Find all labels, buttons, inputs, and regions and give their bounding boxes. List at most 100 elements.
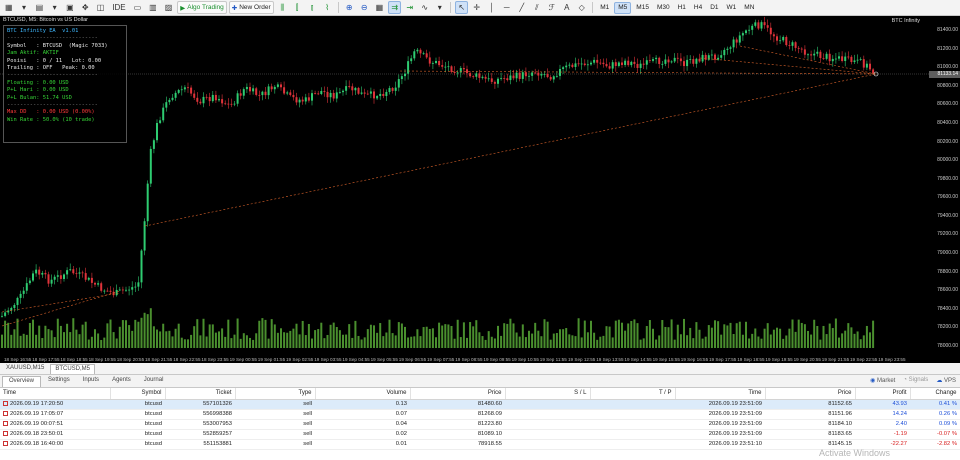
candle-body <box>342 90 344 93</box>
col-profit[interactable]: Profit <box>855 388 911 400</box>
profiles-icon[interactable]: ▤ <box>33 1 47 14</box>
cell-ticket: 552859257 <box>165 429 235 440</box>
fibonacci-icon[interactable]: ℱ <box>545 1 558 14</box>
tab-timeframe-mn[interactable]: MN <box>741 2 757 14</box>
buy-bars-icon[interactable]: ⫼ <box>276 1 289 14</box>
tab-settings[interactable]: Settings <box>42 376 76 387</box>
tab-timeframe-m30[interactable]: M30 <box>654 2 673 14</box>
candle-body <box>307 97 310 101</box>
text-icon[interactable]: A <box>560 1 573 14</box>
algo-trading-button[interactable]: ▶ Algo Trading <box>177 1 227 14</box>
vertical-line-icon[interactable]: │ <box>485 1 498 14</box>
tab-timeframe-w1[interactable]: W1 <box>724 2 740 14</box>
volume-bar <box>335 327 338 348</box>
table-row[interactable]: 2026.09.19 00:07:51 btcusd 553007953 sell 0.… <box>0 419 960 430</box>
candle-body <box>869 63 871 70</box>
col-type[interactable]: Type <box>235 388 316 400</box>
candlestick-icon[interactable]: ⫾ <box>306 1 319 14</box>
cursor-icon[interactable]: ↖ <box>455 1 469 14</box>
tile-windows-icon[interactable]: ▦ <box>373 1 387 14</box>
volume-bar <box>131 330 134 348</box>
price-axis[interactable]: 81400.00 81200.00 81000.00 80800.00 80600.00… <box>929 16 960 363</box>
volume-bar <box>822 325 825 348</box>
chart-shift-icon[interactable]: ⇥ <box>403 1 416 14</box>
signals-link[interactable]: ◔ Signals <box>903 377 928 384</box>
tab-timeframe-m15[interactable]: M15 <box>633 2 652 14</box>
tab-overview[interactable]: Overview <box>2 376 42 387</box>
volume-bar <box>267 338 270 348</box>
navigator-icon[interactable]: ✥ <box>79 1 92 14</box>
new-order-button[interactable]: ✚ New Order <box>228 1 274 14</box>
chart-canvas[interactable] <box>0 16 960 363</box>
candle-body <box>831 58 834 62</box>
tab-agents[interactable]: Agents <box>106 376 137 387</box>
zoom-in-icon[interactable]: ⊕ <box>343 1 356 14</box>
col-time[interactable]: Time <box>0 388 111 400</box>
col-price[interactable]: Price <box>410 388 506 400</box>
tab-inputs[interactable]: Inputs <box>77 376 105 387</box>
col-close-time[interactable]: Time <box>675 388 766 400</box>
tab-timeframe-m1[interactable]: M1 <box>597 2 612 14</box>
zoom-out-icon[interactable]: ⊖ <box>358 1 371 14</box>
col-change[interactable]: Change <box>910 388 960 400</box>
ide-button[interactable]: IDE <box>109 1 128 14</box>
horizontal-line-icon[interactable]: ─ <box>500 1 513 14</box>
volume-bar <box>766 323 769 348</box>
volume-bar <box>859 339 862 348</box>
volume-bar <box>776 327 778 348</box>
candle-body <box>218 99 220 101</box>
line-chart-icon[interactable]: ⌇ <box>321 1 334 14</box>
volume-bar <box>264 319 267 348</box>
col-close-price[interactable]: Price <box>765 388 856 400</box>
tab-timeframe-h4[interactable]: H4 <box>691 2 705 14</box>
col-symbol[interactable]: Symbol <box>110 388 166 400</box>
col-sl[interactable]: S / L <box>505 388 591 400</box>
indicators-icon[interactable]: ∿ <box>418 1 431 14</box>
shapes-icon[interactable]: ◇ <box>575 1 588 14</box>
trendline-icon[interactable]: ╱ <box>515 1 528 14</box>
chart-tab-btcusd[interactable]: BTCUSD,M5 <box>50 364 96 374</box>
open-icon[interactable]: ▾ <box>18 1 31 14</box>
volume-bar <box>710 327 713 348</box>
market-watch-icon[interactable]: ▣ <box>63 1 77 14</box>
chart-tab-xauusd[interactable]: XAUUSD,M15 <box>2 364 48 374</box>
candle-body <box>602 62 605 65</box>
channel-icon[interactable]: ⫽ <box>530 1 543 14</box>
signals-icon[interactable]: ▨ <box>162 1 176 14</box>
col-volume[interactable]: Volume <box>315 388 411 400</box>
volume-bar <box>810 334 813 348</box>
time-tick-label: 19 Sep 01:55 <box>257 357 286 362</box>
volume-bar <box>772 329 775 348</box>
col-ticket[interactable]: Ticket <box>165 388 236 400</box>
candle-body <box>75 273 78 275</box>
volume-bar <box>59 325 62 348</box>
bar-chart-icon[interactable]: ⫿ <box>291 1 304 14</box>
table-row[interactable]: 2026.09.19 17:20:50 btcusd 557101326 sell 0.… <box>0 399 960 410</box>
col-tp[interactable]: T / P <box>590 388 676 400</box>
crosshair-icon[interactable]: ✛ <box>470 1 483 14</box>
table-row[interactable]: 2026.09.18 16:40:00 btcusd 551153881 sell 0.… <box>0 439 960 450</box>
tab-timeframe-d1[interactable]: D1 <box>707 2 721 14</box>
calendar-icon[interactable]: ▥ <box>146 1 160 14</box>
market-link[interactable]: ◉ Market <box>870 377 895 384</box>
table-row[interactable]: 2026.09.18 23:50:01 btcusd 552859257 sell 0.… <box>0 429 960 440</box>
table-row[interactable]: 2026.09.19 17:05:07 btcusd 556998388 sell 0.… <box>0 409 960 420</box>
vps-link[interactable]: ☁ VPS <box>936 377 956 384</box>
tab-timeframe-m5[interactable]: M5 <box>614 1 632 14</box>
volume-bar <box>292 328 295 348</box>
terminal-icon[interactable]: ▭ <box>131 1 145 14</box>
profiles-dropdown-icon[interactable]: ▾ <box>48 1 61 14</box>
cell-price: 81223.80 <box>410 419 505 430</box>
cell-volume: 0.04 <box>315 419 410 430</box>
tester-icon[interactable]: ◫ <box>94 1 108 14</box>
cell-text: 81089.10 <box>477 431 502 437</box>
tab-journal[interactable]: Journal <box>138 376 170 387</box>
candle-body <box>776 36 778 41</box>
autoscroll-icon[interactable]: ⇉ <box>388 1 402 14</box>
time-axis[interactable]: 18 Sep 16:55 18 Sep 17:55 18 Sep 18:55 18 S… <box>0 353 930 363</box>
price-chart[interactable]: BTCUSD, M5: Bitcoin vs US Dollar BTC Inf… <box>0 16 960 363</box>
templates-icon[interactable]: ▾ <box>433 1 446 14</box>
tab-timeframe-h1[interactable]: H1 <box>675 2 689 14</box>
candle-body <box>683 61 685 67</box>
new-chart-icon[interactable]: ▦ <box>2 1 16 14</box>
